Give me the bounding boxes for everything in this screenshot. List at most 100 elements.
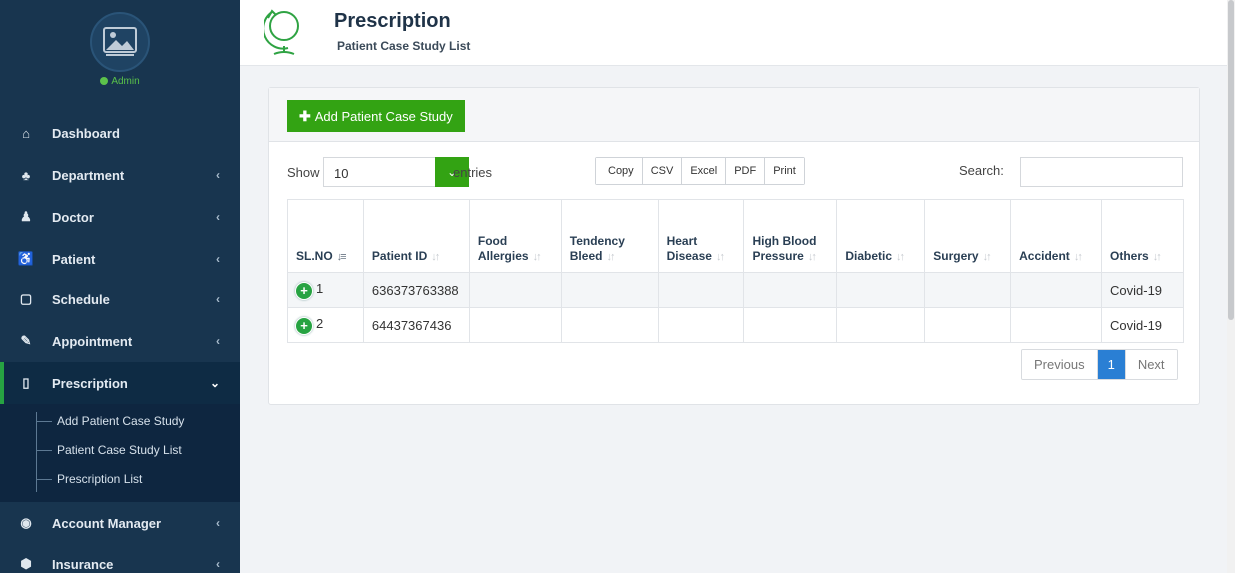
chevron-left-icon: ‹	[216, 252, 220, 266]
chevron-left-icon: ‹	[216, 168, 220, 182]
table-header-row: SL.NO ↓≡ Patient ID ↓↑ Food Allergies ↓↑ Te…	[287, 199, 1184, 273]
column-header-label: Patient ID	[371, 249, 428, 263]
page-title: Prescription	[334, 10, 451, 32]
column-header-accident[interactable]: Accident ↓↑	[1010, 199, 1103, 273]
pdf-button[interactable]: PDF	[726, 158, 766, 184]
sort-icon: ↓↑	[896, 251, 905, 263]
table-cell-others: Covid-19	[1101, 272, 1184, 308]
entries-select[interactable]: 10 ⌄	[323, 157, 469, 187]
sitemap-icon: ♣	[21, 167, 31, 183]
next-page-button[interactable]: Next	[1125, 350, 1177, 379]
column-header-food-allergies[interactable]: Food Allergies ↓↑	[468, 199, 562, 273]
copy-button[interactable]: Copy	[596, 158, 643, 184]
sidebar-item-appointment[interactable]: ✎ Appointment ‹	[0, 320, 240, 362]
table-cell-patient-id: 64437367436	[362, 307, 470, 343]
expand-row-plus-icon[interactable]: +	[296, 318, 312, 334]
sort-icon: ↓↑	[807, 251, 817, 263]
chevron-left-icon: ‹	[216, 292, 220, 306]
edit-icon: ✎	[20, 333, 32, 348]
sidebar-item-label: Schedule	[52, 291, 110, 307]
page-header: Prescription Patient Case Study List	[240, 0, 1235, 66]
excel-button[interactable]: Excel	[682, 158, 727, 184]
chevron-left-icon: ‹	[216, 334, 220, 348]
sort-icon: ↓↑	[431, 251, 440, 263]
table-cell-high-blood-pressure	[743, 307, 838, 343]
page-scrollbar[interactable]	[1227, 0, 1235, 573]
column-header-label: Heart Disease	[666, 234, 712, 263]
avatar[interactable]	[90, 12, 150, 72]
submenu-label: Prescription List	[57, 472, 143, 486]
sidebar-item-label: Dashboard	[52, 125, 120, 141]
submenu-add-patient-case-study[interactable]: Add Patient Case Study	[0, 407, 240, 435]
sidebar-item-account-manager[interactable]: ◉ Account Manager ‹	[0, 502, 240, 544]
entries-label: entries	[453, 165, 493, 180]
sidebar-item-department[interactable]: ♣ Department ‹	[0, 154, 240, 196]
submenu-prescription-list[interactable]: Prescription List	[0, 465, 240, 493]
column-header-high-blood-pressure[interactable]: High Blood Pressure ↓↑	[743, 199, 838, 273]
previous-page-button[interactable]: Previous	[1022, 350, 1098, 379]
sort-icon: ↓↑	[715, 251, 725, 263]
sidebar-item-label: Prescription	[52, 375, 128, 391]
column-header-patient-id[interactable]: Patient ID ↓↑	[362, 199, 470, 273]
table-cell-surgery	[924, 307, 1012, 343]
sort-asc-icon: ↓≡	[336, 251, 347, 263]
column-header-label: Surgery	[933, 249, 979, 263]
sort-icon: ↓↑	[606, 251, 615, 263]
sidebar-item-schedule[interactable]: ▢ Schedule ‹	[0, 278, 240, 320]
page-subtitle: Patient Case Study List	[337, 39, 471, 53]
sidebar-item-label: Department	[52, 167, 125, 183]
submenu-patient-case-study-list[interactable]: Patient Case Study List	[0, 436, 240, 464]
column-header-heart-disease[interactable]: Heart Disease ↓↑	[657, 199, 745, 273]
sidebar-item-patient[interactable]: ♿ Patient ‹	[0, 238, 240, 280]
scrollbar-thumb[interactable]	[1228, 0, 1234, 320]
sidebar-item-label: Insurance	[52, 556, 114, 572]
sidebar-item-dashboard[interactable]: ⌂ Dashboard	[0, 112, 240, 154]
user-panel: Admin	[0, 0, 240, 105]
sidebar: Admin ⌂ Dashboard ♣ Department ‹ ♟ Docto…	[0, 0, 240, 573]
table-cell-sl-no: +1	[287, 272, 364, 308]
table-cell-surgery	[924, 272, 1012, 308]
column-header-tendency-bleed[interactable]: Tendency Bleed ↓↑	[560, 199, 659, 273]
submenu-label: Patient Case Study List	[57, 443, 182, 457]
search-input[interactable]	[1020, 157, 1183, 187]
sidebar-item-prescription[interactable]: ▯ Prescription ⌄	[0, 362, 240, 404]
csv-button[interactable]: CSV	[642, 158, 683, 184]
sidebar-item-insurance[interactable]: ⬢ Insurance ‹	[0, 543, 240, 573]
home-icon: ⌂	[22, 125, 30, 141]
book-icon: ▯	[22, 375, 30, 390]
column-header-label: Food Allergies	[477, 234, 529, 263]
column-header-diabetic[interactable]: Diabetic ↓↑	[836, 199, 926, 273]
sidebar-item-label: Account Manager	[52, 515, 162, 531]
column-header-label: SL.NO	[296, 249, 333, 263]
add-patient-case-study-button[interactable]: ✚ Add Patient Case Study	[287, 100, 465, 132]
table-cell-diabetic	[836, 307, 926, 343]
money-icon: ◉	[20, 515, 32, 530]
column-header-label: Diabetic	[845, 249, 893, 263]
column-header-label: Tendency Bleed	[569, 234, 625, 263]
sort-icon: ↓↑	[532, 251, 542, 263]
page-1-button[interactable]: 1	[1097, 350, 1126, 379]
column-header-sl-no[interactable]: SL.NO ↓≡	[287, 199, 364, 273]
sidebar-item-label: Appointment	[52, 333, 133, 349]
case-study-table: SL.NO ↓≡ Patient ID ↓↑ Food Allergies ↓↑ Te…	[287, 199, 1184, 343]
sort-icon: ↓↑	[982, 251, 992, 263]
column-header-label: Accident	[1019, 249, 1070, 263]
export-button-group: Copy CSV Excel PDF Print	[595, 157, 805, 185]
sidebar-item-doctor[interactable]: ♟ Doctor ‹	[0, 196, 240, 238]
column-header-surgery[interactable]: Surgery ↓↑	[924, 199, 1012, 273]
table-cell-patient-id: 636373763388	[362, 272, 470, 308]
table-row: +2 64437367436 Covid-19	[287, 307, 1184, 343]
table-cell-others: Covid-19	[1101, 307, 1184, 343]
expand-row-plus-icon[interactable]: +	[296, 283, 312, 299]
table-cell-heart-disease	[657, 272, 745, 308]
column-header-others[interactable]: Others ↓↑	[1101, 199, 1184, 273]
sidebar-item-label: Doctor	[52, 209, 94, 225]
cell-value: 1	[316, 281, 324, 296]
case-study-panel: ✚ Add Patient Case Study Show 10 ⌄ entri…	[268, 87, 1200, 405]
print-button[interactable]: Print	[765, 158, 804, 184]
wheelchair-icon: ♿	[17, 251, 35, 266]
table-cell-food-allergies	[468, 307, 562, 343]
show-label: Show	[287, 165, 320, 180]
image-placeholder-icon	[103, 27, 137, 56]
calendar-icon: ▢	[19, 291, 33, 306]
